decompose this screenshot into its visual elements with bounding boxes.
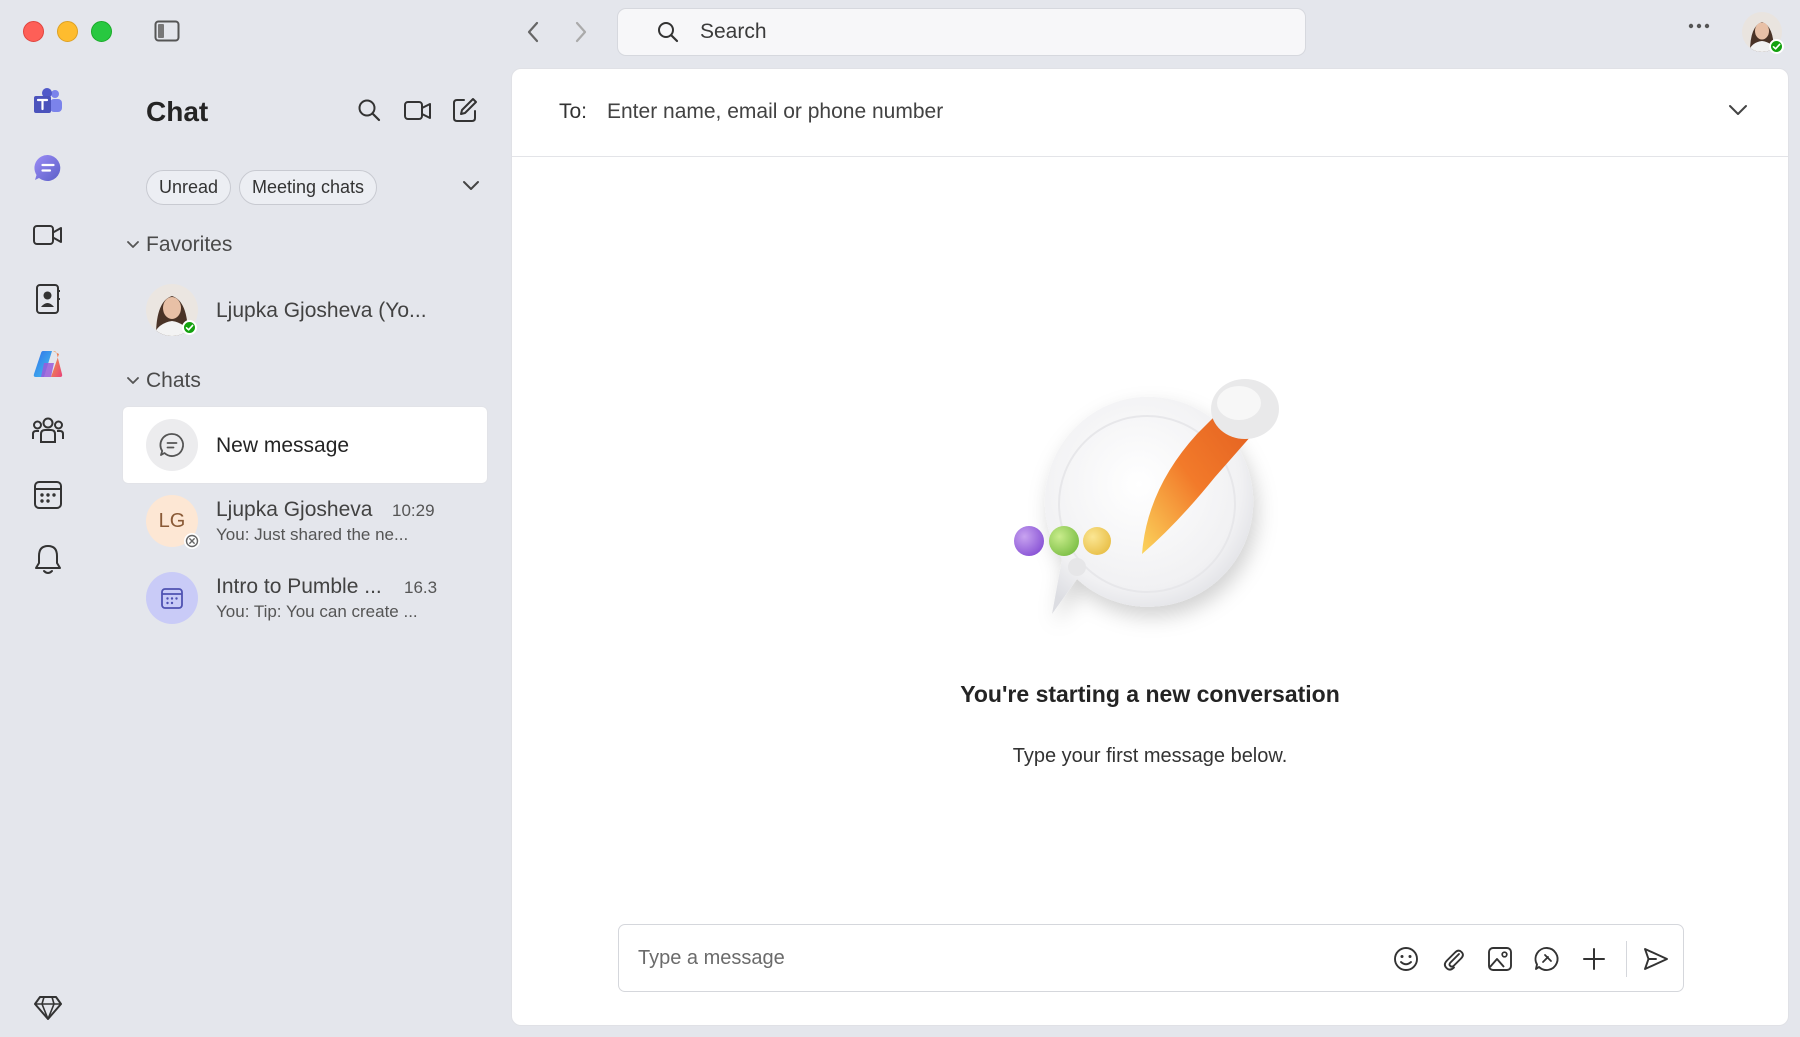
chats-label: Chats [146, 369, 201, 392]
teams-logo-icon[interactable] [30, 84, 66, 120]
contacts-icon[interactable] [30, 281, 66, 317]
chevron-down-icon [126, 376, 140, 386]
chat-preview: You: Just shared the ne... [216, 525, 409, 544]
chat-panel-title: Chat [146, 96, 209, 127]
search-placeholder: Search [700, 20, 767, 43]
bell-icon[interactable] [30, 541, 66, 577]
new-message-label: New message [216, 434, 350, 457]
loop-icon[interactable] [1533, 945, 1561, 973]
forward-arrow-icon[interactable] [574, 20, 588, 44]
video-icon[interactable] [30, 217, 66, 253]
recipient-input[interactable]: Enter name, email or phone number [607, 100, 943, 124]
meet-now-icon[interactable] [403, 99, 433, 123]
window-minimize-button[interactable] [57, 21, 78, 42]
emoji-icon[interactable] [1392, 945, 1420, 973]
chevron-down-icon [126, 240, 140, 250]
chat-preview: You: Tip: You can create ... [216, 602, 418, 621]
calendar-icon[interactable] [30, 477, 66, 513]
calendar-icon [146, 572, 198, 624]
chat-name: Ljupka Gjosheva [216, 498, 373, 521]
presence-available-icon [182, 320, 197, 335]
compose-icon[interactable] [451, 96, 479, 124]
avatar [146, 284, 198, 336]
composer-divider [1626, 941, 1627, 977]
chats-section-header[interactable]: Chats [126, 369, 201, 393]
composer-placeholder: Type a message [638, 947, 785, 969]
conversation-pane: To: Enter name, email or phone number Yo… [511, 68, 1789, 1026]
chat-icon[interactable] [30, 150, 66, 186]
new-message-avatar [146, 419, 198, 471]
to-label: To: [559, 100, 588, 123]
message-composer[interactable]: Type a message [618, 924, 1684, 992]
copilot-icon[interactable] [30, 346, 66, 382]
chat-name: Intro to Pumble ... [216, 575, 382, 598]
chat-time: 10:29 [392, 501, 435, 520]
more-options-icon[interactable] [1687, 22, 1711, 30]
avatar-initials: LG [158, 509, 186, 532]
window-close-button[interactable] [23, 21, 44, 42]
chat-time: 16.3 [404, 578, 438, 597]
premium-diamond-icon[interactable] [30, 990, 66, 1026]
new-conversation-illustration [997, 309, 1317, 639]
filter-meeting-chats-chip[interactable]: Meeting chats [239, 170, 378, 205]
presence-offline-icon [184, 533, 200, 549]
back-arrow-icon[interactable] [526, 20, 540, 44]
global-search-input[interactable]: Search [617, 8, 1306, 56]
plus-icon[interactable] [1580, 945, 1608, 973]
search-icon[interactable] [356, 97, 382, 123]
empty-state-subline: Type your first message below. [1012, 745, 1288, 767]
filter-unread-chip[interactable]: Unread [146, 170, 232, 205]
image-icon[interactable] [1486, 945, 1514, 973]
chevron-down-icon[interactable] [1728, 104, 1748, 116]
search-icon [656, 20, 680, 44]
recipient-bar: To: Enter name, email or phone number [512, 69, 1788, 157]
chevron-down-icon[interactable] [462, 180, 480, 192]
favorites-section-header[interactable]: Favorites [126, 233, 232, 257]
sidebar-toggle-icon[interactable] [154, 20, 180, 42]
empty-state-headline: You're starting a new conversation [960, 681, 1340, 707]
communities-icon[interactable] [30, 412, 66, 448]
profile-avatar[interactable] [1742, 12, 1784, 54]
avatar: LG [146, 495, 200, 549]
attach-icon[interactable] [1439, 945, 1467, 973]
window-maximize-button[interactable] [91, 21, 112, 42]
favorite-chat-name: Ljupka Gjosheva (Yo... [216, 299, 427, 322]
presence-available-icon [1769, 39, 1784, 54]
send-icon[interactable] [1642, 945, 1670, 973]
favorites-label: Favorites [146, 233, 233, 256]
